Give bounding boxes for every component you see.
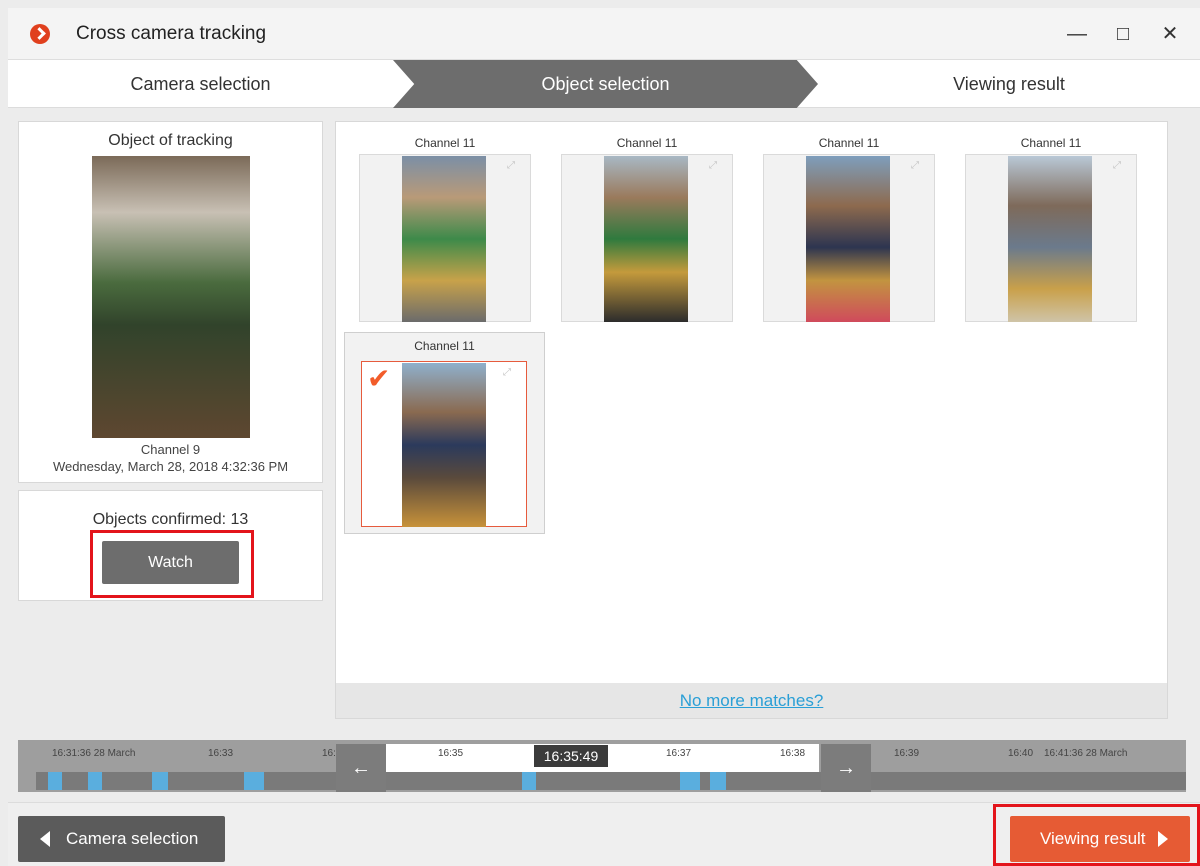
timeline-tick: 16:35: [438, 748, 464, 759]
matches-grid: Channel 11 ⤢ Channel 11 ⤢ Channel 11 ⤢ C…: [335, 121, 1168, 719]
object-datetime: Wednesday, March 28, 2018 4:32:36 PM: [52, 459, 289, 474]
object-panel: Object of tracking Channel 9 Wednesday, …: [18, 121, 323, 483]
timeline[interactable]: 16:31:36 28 March 16:33 16:34 16:35 16:3…: [18, 740, 1186, 792]
timeline-event-segment[interactable]: [710, 772, 726, 790]
expand-icon[interactable]: ⤢: [1106, 161, 1128, 183]
thumbnail-label: Channel 11: [414, 339, 475, 353]
object-image: [92, 156, 250, 438]
timeline-tick: 16:39: [894, 748, 920, 759]
step-viewing-result[interactable]: Viewing result: [818, 60, 1200, 108]
timeline-scroll-left-button[interactable]: ←: [336, 744, 386, 792]
match-thumbnail-selected[interactable]: Channel 11 ✔ ⤢: [344, 332, 545, 534]
match-thumbnail[interactable]: Channel 11 ⤢: [763, 132, 935, 322]
minimize-button[interactable]: —: [1060, 20, 1094, 48]
title-bar: Cross camera tracking — □ ✕: [8, 8, 1200, 60]
thumbnail-box: ✔ ⤢: [361, 361, 527, 527]
close-button[interactable]: ✕: [1153, 20, 1187, 48]
match-thumbnail[interactable]: Channel 11 ⤢: [561, 132, 733, 322]
window-title: Cross camera tracking: [76, 23, 267, 44]
timeline-event-segment[interactable]: [48, 772, 62, 790]
object-title: Object of tracking: [108, 132, 233, 149]
thumbnail-label: Channel 11: [414, 136, 476, 150]
match-thumbnail[interactable]: Channel 11 ⤢: [359, 132, 531, 322]
thumbnail-image: [402, 363, 486, 527]
timeline-tick: 16:40: [1008, 748, 1034, 759]
timeline-event-segment[interactable]: [680, 772, 700, 790]
timeline-tick: 16:38: [780, 748, 806, 759]
thumbnail-box: ⤢: [965, 154, 1137, 322]
thumbnail-label: Channel 11: [616, 136, 678, 150]
thumbnail-box: ⤢: [763, 154, 935, 322]
no-more-matches-link[interactable]: No more matches?: [680, 691, 824, 710]
highlight-watch: [90, 530, 254, 598]
thumbnail-box: ⤢: [359, 154, 531, 322]
checkmark-icon: ✔: [367, 363, 391, 394]
thumbnail-label: Channel 11: [818, 136, 880, 150]
expand-icon[interactable]: ⤢: [500, 161, 522, 183]
timeline-track[interactable]: [36, 772, 1186, 790]
thumbnail-box: ⤢: [561, 154, 733, 322]
no-more-matches-bar: No more matches?: [336, 683, 1167, 718]
expand-icon[interactable]: ⤢: [702, 161, 724, 183]
thumbnail-image: [806, 156, 890, 322]
expand-icon[interactable]: ⤢: [904, 161, 926, 183]
thumbnail-label: Channel 11: [1020, 136, 1082, 150]
timeline-tick: 16:37: [666, 748, 692, 759]
highlight-next: [993, 804, 1200, 866]
timeline-tick: 16:33: [208, 748, 234, 759]
timeline-event-segment[interactable]: [522, 772, 536, 790]
thumbnail-image: [402, 156, 486, 322]
objects-confirmed-text: Objects confirmed: 13: [92, 511, 249, 528]
step-navigation: Camera selection Object selection Viewin…: [8, 60, 1200, 108]
timeline-tick: 16:31:36 28 March: [52, 748, 136, 759]
app-logo-icon: [30, 24, 50, 44]
step-camera-selection[interactable]: Camera selection: [8, 60, 393, 108]
step-object-selection[interactable]: Object selection: [393, 60, 818, 108]
timeline-current-time: 16:35:49: [534, 745, 608, 767]
maximize-button[interactable]: □: [1106, 20, 1140, 48]
timeline-event-segment[interactable]: [152, 772, 168, 790]
object-channel: Channel 9: [140, 442, 201, 457]
timeline-event-segment[interactable]: [88, 772, 102, 790]
thumbnail-image: [604, 156, 688, 322]
thumbnail-image: [1008, 156, 1092, 322]
expand-icon[interactable]: ⤢: [496, 368, 518, 390]
timeline-event-segment[interactable]: [244, 772, 264, 790]
timeline-tick: 16:41:36 28 March: [1044, 748, 1128, 759]
back-camera-selection-button[interactable]: Camera selection: [18, 816, 225, 862]
timeline-scroll-right-button[interactable]: →: [821, 744, 871, 792]
match-thumbnail[interactable]: Channel 11 ⤢: [965, 132, 1137, 322]
